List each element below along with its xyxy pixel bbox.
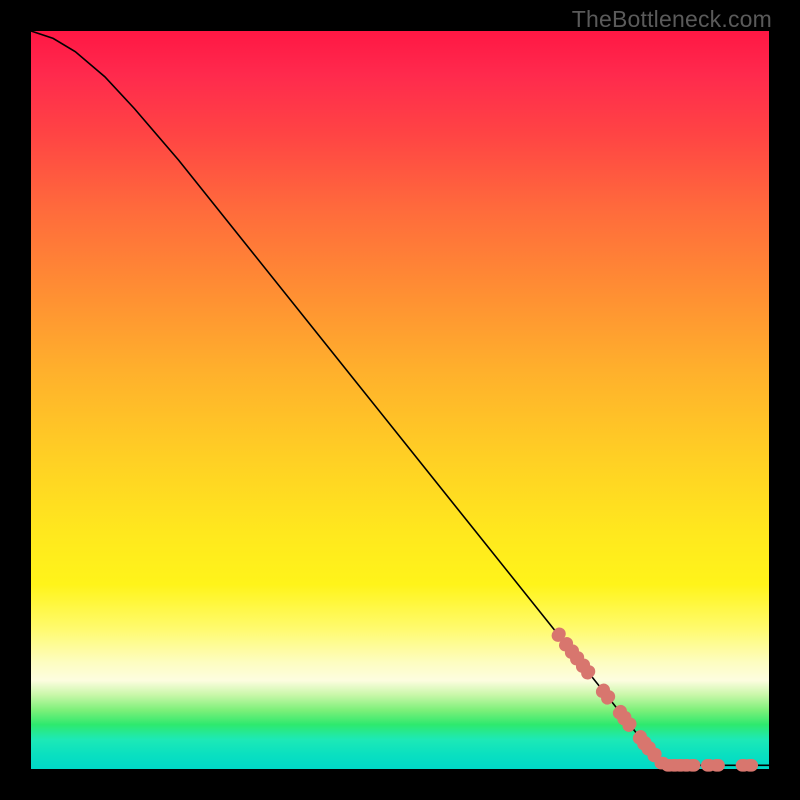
- bottleneck-curve: [31, 31, 769, 765]
- markers-group: [549, 625, 758, 772]
- data-marker: [685, 759, 700, 772]
- data-marker: [710, 759, 725, 772]
- data-marker: [743, 759, 758, 772]
- chart-svg: [31, 31, 769, 769]
- chart-frame: TheBottleneck.com: [0, 0, 800, 800]
- watermark-text: TheBottleneck.com: [572, 6, 772, 33]
